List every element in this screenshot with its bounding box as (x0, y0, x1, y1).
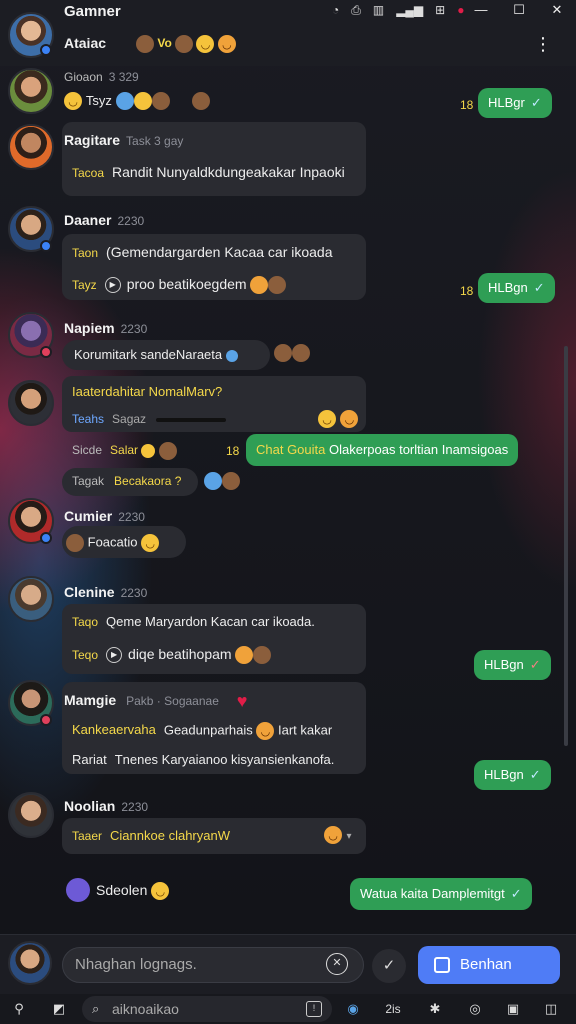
message-input[interactable]: Nhaghan lognags. (62, 947, 364, 983)
keyboard-icon: ! (306, 1001, 322, 1017)
face-emoji-icon (175, 35, 194, 53)
my-avatar[interactable] (8, 941, 52, 985)
message-text: Tagak Becakaora ? (72, 474, 182, 488)
outgoing-count: 18 (460, 284, 474, 298)
window-title: Gamner (64, 3, 121, 20)
message-meta: Sicde Salar (72, 442, 177, 460)
chat-tag: Vo ◡ ◡ (136, 35, 236, 53)
message-text: Taon (Gemendargarden Kacaa car ikoada (72, 244, 333, 260)
outgoing-message: Watua kaita Damplemitgt ✓ (350, 878, 532, 910)
window-icon[interactable]: ▣ (502, 998, 524, 1020)
outgoing-count: 18 (226, 444, 240, 458)
message-meta: Teahs Sagaz (72, 412, 227, 426)
message-text: ◡ Tsyz (64, 92, 210, 111)
reaction-icon (222, 472, 240, 490)
avatar[interactable] (8, 68, 54, 114)
sender-name: Cumier 2230 (64, 508, 145, 524)
message-list[interactable]: Gioaon 3 329 ◡ Tsyz 18 HLBgr ✓ Ragitare Tas… (0, 66, 576, 934)
message-text: Foacatio ◡ (66, 534, 160, 552)
search-input[interactable]: ⌕ aiknoaikao ! (82, 996, 332, 1022)
grin-emoji-icon: ◡ (324, 826, 342, 844)
check-icon[interactable]: ◎ (464, 998, 486, 1020)
message-text: Sdeolen ◡ (96, 882, 170, 901)
sender-name: Mamgie Pakb · Sogaanae ♥ (64, 690, 248, 711)
avatar[interactable] (8, 576, 54, 622)
message-text: Taaer Ciannkoe clahryanW (72, 828, 230, 843)
status-badge-icon (40, 346, 52, 358)
play-icon[interactable]: ▶ (106, 647, 123, 664)
send-icon (434, 957, 450, 973)
avatar[interactable] (8, 792, 54, 838)
status-icon-1: ◔ (332, 3, 340, 17)
close-button[interactable]: ✕ (538, 0, 576, 20)
more-options-icon[interactable]: ⋮ (534, 34, 552, 55)
verified-badge-icon (40, 44, 52, 56)
outgoing-message: Chat Gouita Olakerpoas torltian Inamsigo… (246, 434, 519, 466)
smile-emoji-icon: ◡ (318, 410, 336, 428)
reaction-icon (204, 472, 222, 490)
minimize-button[interactable]: — (462, 0, 500, 20)
outgoing-message: HLBgn ✓ (474, 760, 551, 790)
outgoing-message: HLBgr ✓ (478, 88, 552, 118)
sender-name: Daaner 2230 (64, 212, 145, 228)
outgoing-message: HLBgn ✓ (474, 650, 551, 680)
avatar-emoji-icon (136, 35, 154, 53)
status-icon-2: ⎙ (351, 3, 361, 17)
avatar[interactable] (8, 124, 54, 170)
sender-name: Noolian 2230 (64, 798, 149, 814)
avatar[interactable] (8, 380, 54, 426)
message-text: Rariat Tnenes Karyaianoo kisyansienkanofa… (72, 752, 335, 767)
zoom-label: 2is (385, 1002, 401, 1016)
grin-emoji-icon: ◡ (340, 410, 359, 428)
attach-icon[interactable]: ✓ (372, 949, 406, 983)
sender-name: Clenine 2230 (64, 584, 148, 600)
grin-emoji-icon: ◡ (217, 35, 236, 53)
chat-name: Ataiac (64, 35, 107, 51)
outgoing-count: 18 (460, 98, 474, 112)
reaction-icon (274, 344, 292, 362)
message-text: Korumitark sandeNaraeta (74, 347, 238, 362)
play-icon[interactable]: ▶ (104, 277, 121, 294)
status-icon-4: ⊞ (435, 3, 446, 17)
title-bar: Gamner ◔ ⎙ ▥ ▂▄▆ ⊞ ● — ☐ ✕ Ataiac Vo ◡ ◡… (0, 0, 576, 66)
reaction-icon (292, 344, 310, 362)
verified-badge-icon (40, 240, 52, 252)
scrollbar[interactable] (564, 346, 568, 746)
send-button[interactable]: Benhan (418, 946, 560, 984)
pin-icon[interactable]: ⚲ (8, 998, 30, 1020)
status-badge-icon (40, 714, 52, 726)
clear-icon[interactable]: ✕ (326, 953, 348, 975)
compose-icon[interactable]: ◩ (48, 998, 70, 1020)
search-icon: ⌕ (92, 1001, 100, 1016)
message-text: Taqo Qeme Maryardon Kacan car ikoada. (72, 614, 315, 629)
sender-name: Gioaon 3 329 (64, 70, 139, 84)
avatar[interactable] (66, 878, 90, 902)
composer-bar: Nhaghan lognags. ✕ ✓ Benhan (0, 934, 576, 994)
voice-message: Teqo ▶ diqe beatihopam (72, 646, 272, 665)
maximize-button[interactable]: ☐ (500, 0, 538, 20)
signal-icon: ▂▄▆ (396, 3, 424, 17)
status-icon-3: ▥ (372, 3, 385, 17)
app-icon[interactable]: ◉ (342, 998, 364, 1020)
outgoing-message: HLBgn ✓ (478, 273, 555, 303)
sender-name: Napiem 2230 (64, 320, 148, 336)
taskbar: ⚲ ◩ ⌕ aiknoaikao ! ◉ 2is ✱ ◎ ▣ ◫ (0, 994, 576, 1024)
message-text: Tacoa Randit Nunyaldkdungeakakar Inpaoki (72, 164, 345, 180)
heart-icon: ♥ (236, 690, 248, 711)
settings-icon[interactable]: ◫ (540, 998, 562, 1020)
translate-icon[interactable]: ✱ (424, 998, 446, 1020)
smile-emoji-icon: ◡ (196, 35, 215, 53)
voice-message: Tayz ▶ proo beatikoegdem (72, 276, 287, 295)
sender-name: Ragitare Task 3 gay (64, 132, 184, 148)
message-text: Kankeaervaha Geadunparhais ◡ Iart kakar (72, 722, 332, 740)
verified-badge-icon (40, 532, 52, 544)
message-text: Iaaterdahitar NomalMarv? (72, 384, 223, 399)
